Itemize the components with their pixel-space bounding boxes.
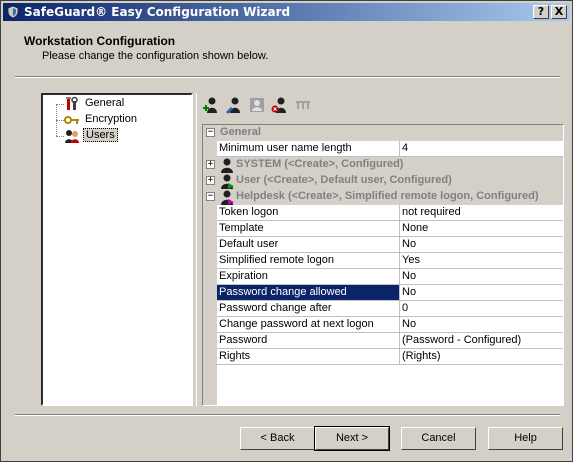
category-system[interactable]: + SYSTEM (<Create>, Configured): [203, 157, 563, 173]
tools-icon: [66, 96, 78, 110]
safeguard-app-icon: [7, 5, 19, 19]
page-subtitle: Please change the configuration shown be…: [42, 50, 269, 62]
property-name: Password change allowed: [217, 285, 400, 301]
help-button[interactable]: Help: [488, 427, 563, 450]
property-name: Password: [217, 333, 400, 349]
helpdesk-user-icon: [221, 190, 234, 205]
wizard-window: SafeGuard® Easy Configuration Wizard ? X…: [0, 0, 573, 462]
collapse-toggle[interactable]: −: [206, 192, 215, 201]
property-grid[interactable]: − General Minimum user name length 4 + S…: [202, 124, 564, 406]
property-row[interactable]: Password (Password - Configured): [203, 333, 563, 349]
category-label: Helpdesk (<Create>, Simplified remote lo…: [236, 190, 539, 202]
property-row[interactable]: Template None: [203, 221, 563, 237]
property-row[interactable]: Change password at next logon No: [203, 317, 563, 333]
back-button[interactable]: < Back: [240, 427, 315, 450]
property-name: Token logon: [217, 205, 400, 221]
property-value[interactable]: No: [400, 317, 563, 333]
property-name: Default user: [217, 237, 400, 253]
expand-toggle[interactable]: +: [206, 176, 215, 185]
category-label: SYSTEM (<Create>, Configured): [236, 158, 404, 170]
property-name: Simplified remote logon: [217, 253, 400, 269]
property-name: Password change after: [217, 301, 400, 317]
category-tree[interactable]: General Encryption Users: [41, 93, 193, 406]
window-title: SafeGuard® Easy Configuration Wizard: [24, 5, 291, 19]
property-value[interactable]: No: [400, 237, 563, 253]
category-label: General: [220, 126, 261, 138]
delete-user-icon[interactable]: [271, 96, 289, 114]
property-value[interactable]: No: [400, 285, 563, 301]
key-icon: [64, 116, 79, 124]
category-label: User (<Create>, Default user, Configured…: [236, 174, 452, 186]
help-title-button[interactable]: ?: [533, 5, 549, 19]
property-row-selected[interactable]: Password change allowed No: [203, 285, 563, 301]
edit-user-icon[interactable]: [225, 96, 243, 114]
next-button[interactable]: Next >: [314, 426, 390, 451]
expand-toggle[interactable]: +: [206, 160, 215, 169]
add-user-icon[interactable]: [202, 96, 220, 114]
property-row[interactable]: Rights (Rights): [203, 349, 563, 365]
properties-icon[interactable]: [294, 96, 312, 114]
property-value[interactable]: None: [400, 221, 563, 237]
property-row[interactable]: Token logon not required: [203, 205, 563, 221]
wizard-header: Workstation Configuration Please change …: [3, 22, 570, 75]
users-icon: [65, 130, 79, 143]
close-button[interactable]: X: [551, 5, 567, 19]
property-name: Change password at next logon: [217, 317, 400, 333]
property-value[interactable]: No: [400, 269, 563, 285]
property-value[interactable]: 0: [400, 301, 563, 317]
collapse-toggle[interactable]: −: [206, 128, 215, 137]
property-row[interactable]: Password change after 0: [203, 301, 563, 317]
default-user-icon: [221, 174, 234, 189]
category-general[interactable]: − General: [203, 125, 563, 141]
header-divider: [15, 76, 560, 78]
property-row[interactable]: Expiration No: [203, 269, 563, 285]
property-value[interactable]: 4: [400, 141, 563, 157]
category-user[interactable]: + User (<Create>, Default user, Configur…: [203, 173, 563, 189]
property-name: Minimum user name length: [217, 141, 400, 157]
tree-item-label: General: [85, 97, 125, 109]
property-value[interactable]: (Password - Configured): [400, 333, 563, 349]
category-helpdesk[interactable]: − Helpdesk (<Create>, Simplified remote …: [203, 189, 563, 205]
property-name: Expiration: [217, 269, 400, 285]
page-title: Workstation Configuration: [24, 34, 176, 48]
property-value[interactable]: Yes: [400, 253, 563, 269]
property-row[interactable]: Simplified remote logon Yes: [203, 253, 563, 269]
property-value[interactable]: (Rights): [400, 349, 563, 365]
title-bar: SafeGuard® Easy Configuration Wizard ? X: [3, 3, 570, 21]
copy-user-icon[interactable]: [248, 96, 266, 114]
pane-splitter[interactable]: [196, 93, 200, 406]
system-user-icon: [221, 158, 233, 173]
footer-divider: [15, 414, 560, 416]
cancel-button[interactable]: Cancel: [401, 427, 476, 450]
tree-item-label: Users: [83, 128, 118, 142]
property-row[interactable]: Default user No: [203, 237, 563, 253]
property-row[interactable]: Minimum user name length 4: [203, 141, 563, 157]
tree-item-label: Encryption: [85, 113, 137, 125]
property-name: Template: [217, 221, 400, 237]
property-value[interactable]: not required: [400, 205, 563, 221]
property-name: Rights: [217, 349, 400, 365]
